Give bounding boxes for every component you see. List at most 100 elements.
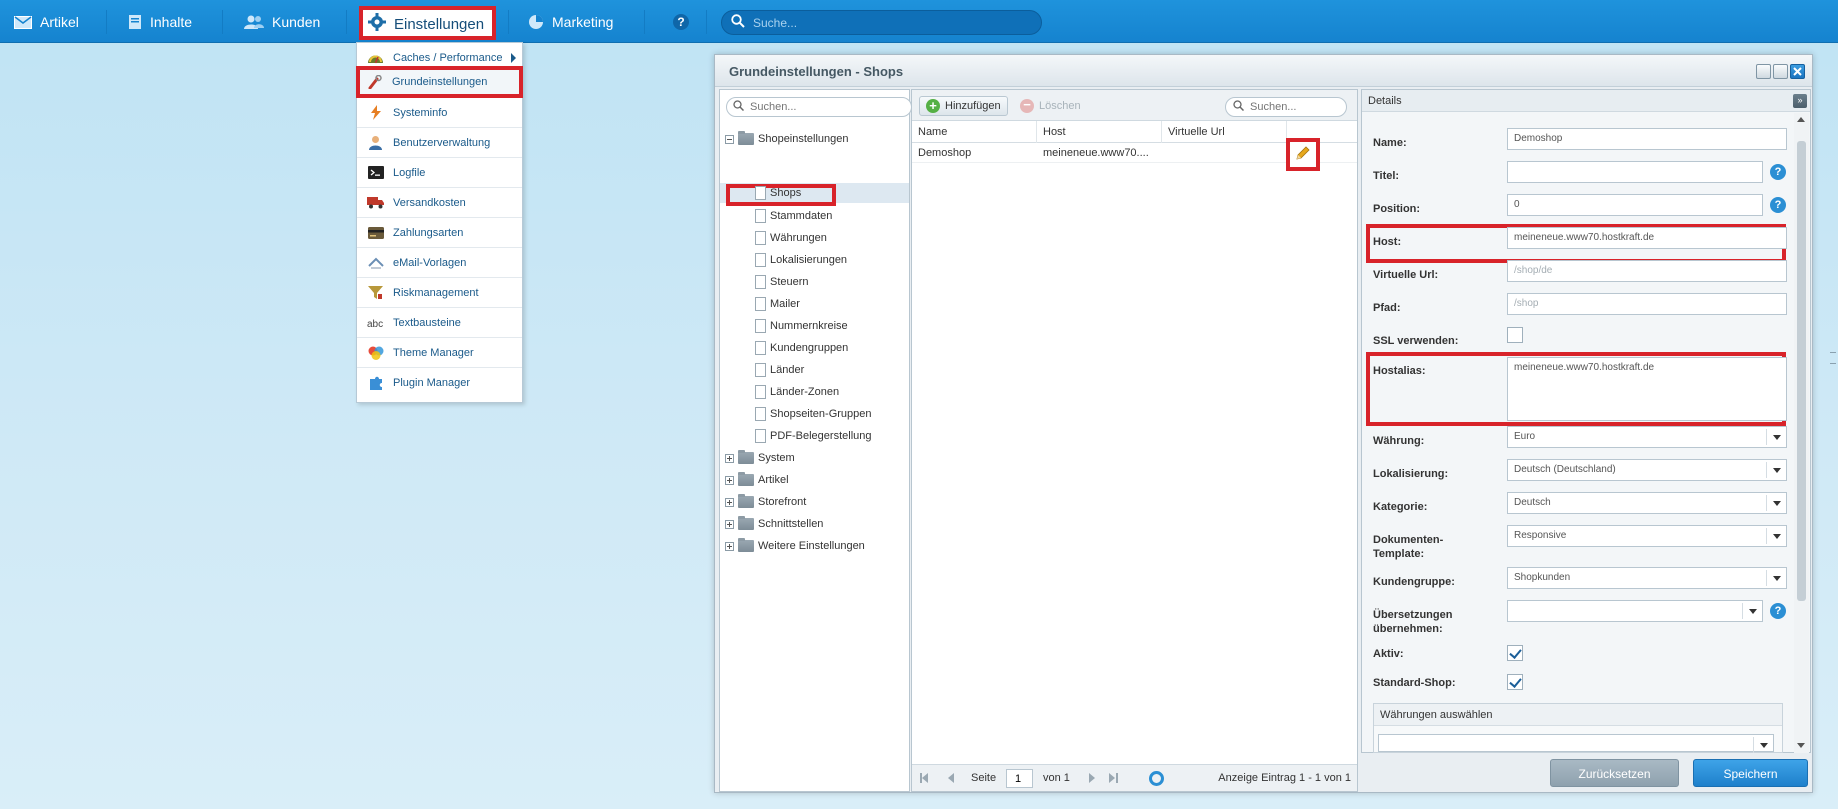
- tree-node-waehrungen[interactable]: Währungen: [755, 229, 827, 247]
- tree-node-label: Artikel: [758, 474, 789, 486]
- resize-handle-icon[interactable]: [1830, 352, 1836, 364]
- column-header-name[interactable]: Name: [912, 121, 1037, 143]
- host-field[interactable]: meineneue.www70.hostkraft.de: [1507, 227, 1787, 249]
- tree-node-shops[interactable]: Shops: [755, 184, 801, 202]
- tree-node-kundengruppen[interactable]: Kundengruppen: [755, 339, 848, 357]
- help-icon[interactable]: ?: [1770, 603, 1786, 619]
- active-checkbox[interactable]: [1507, 645, 1523, 661]
- menu-item-email-vorlagen[interactable]: eMail-Vorlagen: [357, 248, 522, 278]
- maximize-icon[interactable]: [1773, 64, 1788, 79]
- doc-template-label-1: Dokumenten-: [1373, 534, 1444, 546]
- tree-node-laender[interactable]: Länder: [755, 361, 804, 379]
- expand-icon[interactable]: [725, 475, 734, 485]
- tree-node-label: Steuern: [770, 276, 809, 288]
- tree-node-steuern[interactable]: Steuern: [755, 273, 809, 291]
- name-label: Name:: [1373, 137, 1407, 149]
- tree-node-storefront[interactable]: Storefront: [725, 493, 806, 511]
- scroll-down-icon[interactable]: [1797, 743, 1805, 748]
- position-stepper[interactable]: 0: [1507, 194, 1763, 216]
- refresh-icon[interactable]: [1149, 771, 1164, 786]
- nav-kunden[interactable]: Kunden: [244, 10, 320, 34]
- menu-item-theme-manager[interactable]: Theme Manager: [357, 338, 522, 368]
- nav-artikel[interactable]: Artikel: [14, 10, 79, 34]
- grid-search-input[interactable]: [1250, 101, 1330, 113]
- search-icon: [1233, 100, 1245, 114]
- page-label: Seite: [971, 772, 997, 784]
- currency-select[interactable]: Euro: [1507, 426, 1787, 448]
- scroll-up-icon[interactable]: [1797, 117, 1805, 122]
- reset-button[interactable]: Zurücksetzen: [1550, 759, 1679, 787]
- menu-item-versandkosten[interactable]: Versandkosten: [357, 188, 522, 218]
- nav-marketing[interactable]: Marketing: [528, 10, 613, 34]
- first-page-icon[interactable]: [922, 773, 928, 783]
- delete-button[interactable]: − Löschen: [1014, 96, 1087, 116]
- title-field[interactable]: [1507, 161, 1763, 183]
- pie-chart-icon: [528, 14, 544, 30]
- expand-icon[interactable]: [725, 497, 734, 507]
- tree-node-nummernkreise[interactable]: Nummernkreise: [755, 317, 848, 335]
- virtual-url-field[interactable]: /shop/de: [1507, 260, 1787, 282]
- currencies-select[interactable]: [1378, 734, 1774, 753]
- locale-select[interactable]: Deutsch (Deutschland): [1507, 459, 1787, 481]
- global-search-input[interactable]: [753, 15, 1023, 30]
- tree-node-mailer[interactable]: Mailer: [755, 295, 800, 313]
- customer-group-select[interactable]: Shopkunden: [1507, 567, 1787, 589]
- minimize-icon[interactable]: [1756, 64, 1771, 79]
- nav-help[interactable]: ?: [672, 10, 690, 34]
- details-scrollbar[interactable]: [1794, 113, 1809, 753]
- tree-search-input[interactable]: [750, 101, 900, 113]
- expand-icon[interactable]: [725, 453, 734, 463]
- scrollbar-thumb[interactable]: [1797, 141, 1806, 601]
- menu-item-textbausteine[interactable]: abc Textbausteine: [357, 308, 522, 338]
- close-icon[interactable]: [1790, 64, 1805, 79]
- nav-einstellungen[interactable]: Einstellungen: [359, 6, 496, 40]
- tree-node-schnittstellen[interactable]: Schnittstellen: [725, 515, 823, 533]
- tree-node-artikel[interactable]: Artikel: [725, 471, 789, 489]
- tree-node-label: Schnittstellen: [758, 518, 824, 530]
- tree-node-label: Weitere Einstellungen: [758, 540, 865, 552]
- menu-item-logfile[interactable]: Logfile: [357, 158, 522, 188]
- prev-page-icon[interactable]: [948, 773, 954, 783]
- category-select[interactable]: Deutsch: [1507, 492, 1787, 514]
- last-page-icon[interactable]: [1109, 773, 1115, 783]
- help-icon[interactable]: ?: [1770, 197, 1786, 213]
- add-button[interactable]: + Hinzufügen: [919, 96, 1008, 116]
- tree-node-shopeinstellungen[interactable]: Shopeinstellungen: [725, 130, 849, 148]
- ssl-checkbox[interactable]: [1507, 327, 1523, 343]
- column-header-virtual-url[interactable]: Virtuelle Url: [1162, 121, 1287, 143]
- tree-node-lokalisierungen[interactable]: Lokalisierungen: [755, 251, 847, 269]
- hostalias-textarea[interactable]: meineneue.www70.hostkraft.de: [1507, 357, 1787, 421]
- menu-item-riskmanagement[interactable]: Riskmanagement: [357, 278, 522, 308]
- menu-item-plugin-manager[interactable]: Plugin Manager: [357, 368, 522, 398]
- path-field[interactable]: /shop: [1507, 293, 1787, 315]
- help-icon[interactable]: ?: [1770, 164, 1786, 180]
- tree-node-shopseiten-gruppen[interactable]: Shopseiten-Gruppen: [755, 405, 872, 423]
- tree-node-laender-zonen[interactable]: Länder-Zonen: [755, 383, 839, 401]
- page-input[interactable]: [1006, 769, 1033, 788]
- menu-item-systeminfo[interactable]: Systeminfo: [357, 98, 522, 128]
- window-title-bar[interactable]: Grundeinstellungen - Shops: [715, 55, 1812, 87]
- collapse-icon[interactable]: [725, 134, 734, 144]
- locale-value: Deutsch (Deutschland): [1514, 464, 1616, 475]
- title-label: Titel:: [1373, 170, 1400, 182]
- tree-node-pdf-belegerstellung[interactable]: PDF-Belegerstellung: [755, 427, 872, 445]
- nav-inhalte[interactable]: Inhalte: [128, 10, 192, 34]
- expand-icon[interactable]: [725, 519, 734, 529]
- standard-shop-checkbox[interactable]: [1507, 674, 1523, 690]
- doc-template-select[interactable]: Responsive: [1507, 525, 1787, 547]
- menu-item-grundeinstellungen[interactable]: Grundeinstellungen: [356, 66, 523, 98]
- edit-button[interactable]: [1286, 138, 1320, 171]
- tree-node-weitere-einstellungen[interactable]: Weitere Einstellungen: [725, 537, 865, 555]
- next-page-icon[interactable]: [1089, 773, 1095, 783]
- menu-item-zahlungsarten[interactable]: Zahlungsarten: [357, 218, 522, 248]
- menu-item-benutzerverwaltung[interactable]: Benutzerverwaltung: [357, 128, 522, 158]
- column-header-host[interactable]: Host: [1037, 121, 1162, 143]
- expand-icon[interactable]: [725, 541, 734, 551]
- save-button[interactable]: Speichern: [1693, 759, 1808, 787]
- translations-select[interactable]: [1507, 600, 1763, 622]
- tree-node-stammdaten[interactable]: Stammdaten: [755, 207, 832, 225]
- collapse-panel-icon[interactable]: »: [1793, 94, 1807, 108]
- tree-node-system[interactable]: System: [725, 449, 795, 467]
- name-field[interactable]: Demoshop: [1507, 128, 1787, 150]
- hostalias-label: Hostalias:: [1373, 365, 1426, 377]
